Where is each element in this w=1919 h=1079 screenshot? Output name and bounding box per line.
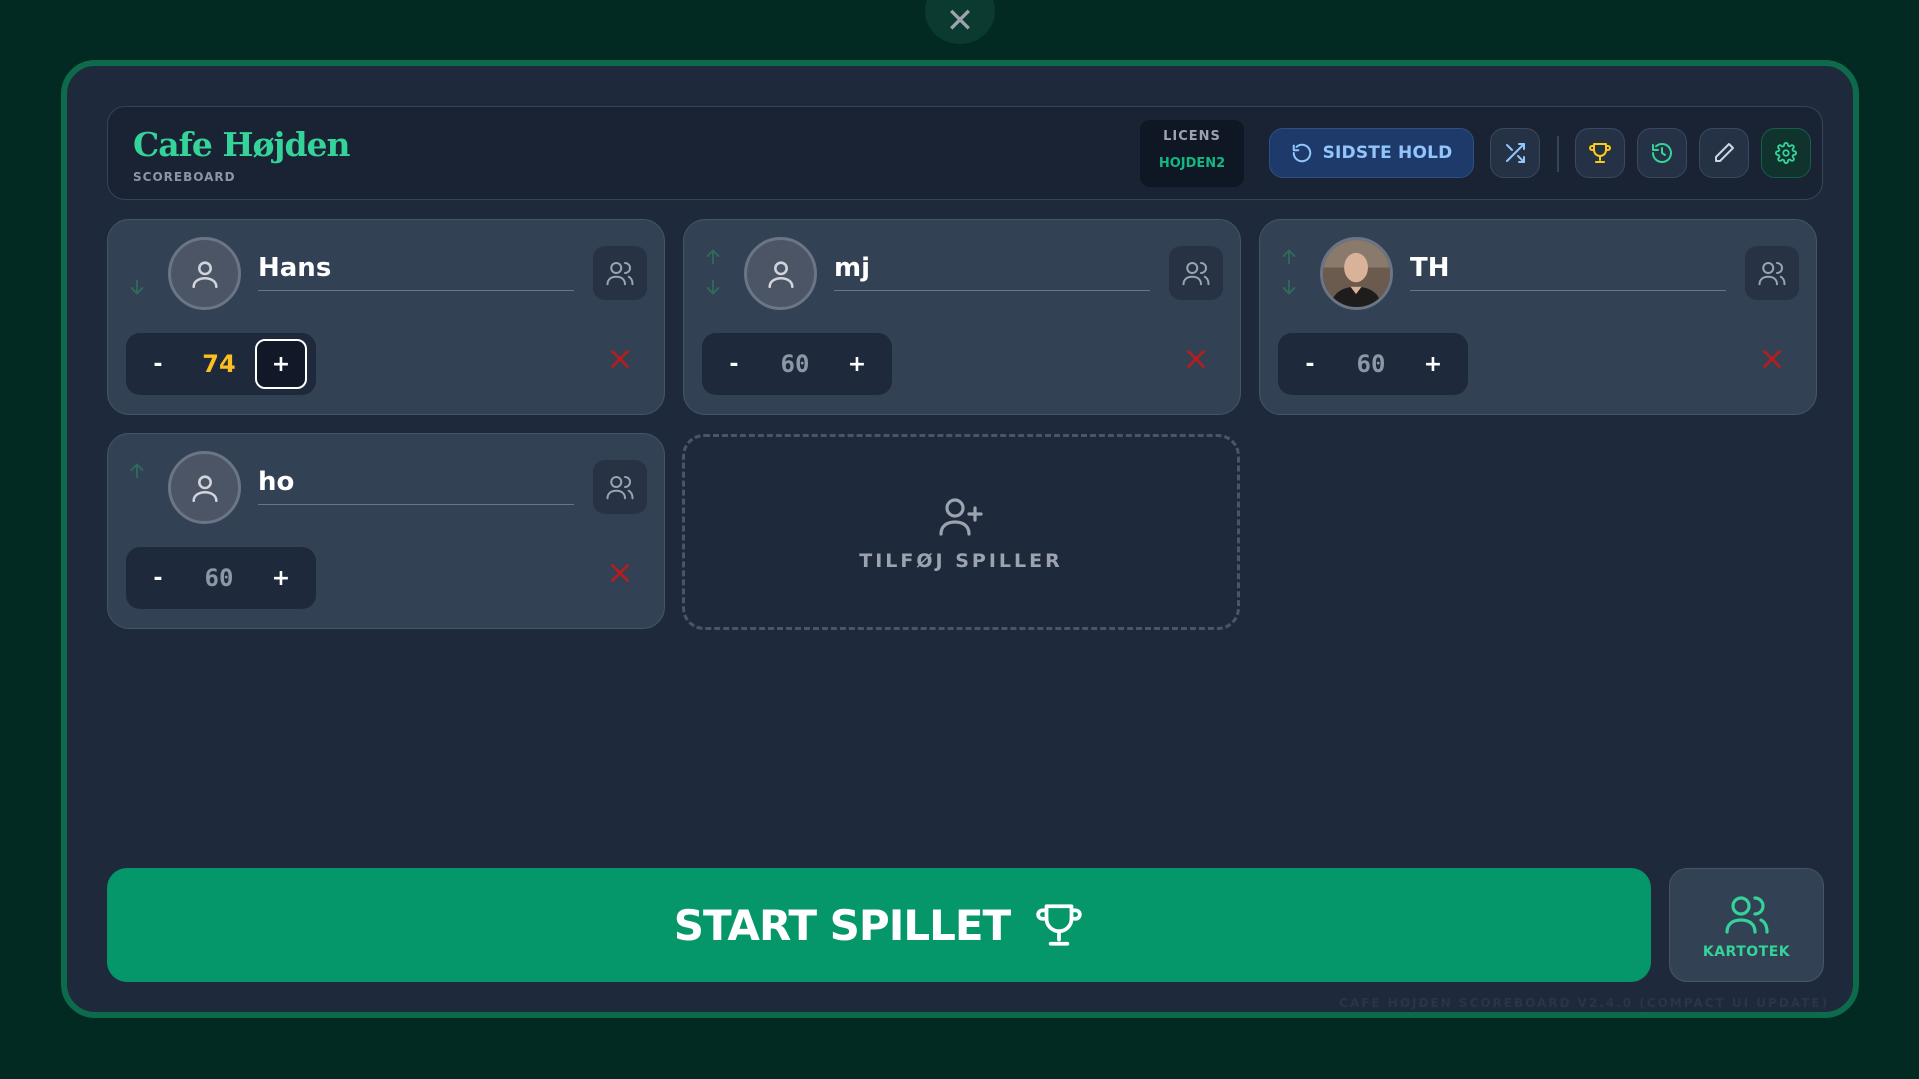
edit-button[interactable] <box>1699 128 1749 178</box>
decrease-score-button[interactable]: - <box>132 339 184 389</box>
start-game-button[interactable]: START SPILLET <box>107 868 1651 982</box>
users-icon <box>1758 262 1786 286</box>
license-value: HOJDEN2 <box>1158 156 1226 171</box>
users-icon <box>606 476 634 500</box>
pencil-icon <box>1715 143 1734 162</box>
header-divider <box>1557 136 1559 172</box>
roster-label: KARTOTEK <box>1702 944 1791 960</box>
license-label: LICENS <box>1163 129 1221 144</box>
shuffle-button[interactable] <box>1490 128 1540 178</box>
gear-icon <box>1775 142 1797 164</box>
select-player-button[interactable] <box>1169 246 1223 300</box>
score-value: 60 <box>780 350 810 378</box>
remove-player-icon[interactable] <box>1183 346 1209 372</box>
increase-score-button[interactable]: + <box>255 553 307 603</box>
move-down-icon[interactable] <box>702 276 724 298</box>
user-icon <box>191 260 218 288</box>
score-value: 60 <box>204 564 234 592</box>
increase-score-button[interactable]: + <box>1407 339 1459 389</box>
trophy-icon <box>1589 143 1611 163</box>
select-player-button[interactable] <box>593 246 647 300</box>
select-player-button[interactable] <box>1745 246 1799 300</box>
select-player-button[interactable] <box>593 460 647 514</box>
player-card: TH - 60 + <box>1259 219 1817 415</box>
move-down-icon[interactable] <box>126 276 148 298</box>
reorder-controls <box>126 460 148 520</box>
users-icon <box>606 262 634 286</box>
version-text: CAFE HØJDEN SCOREBOARD V2.4.0 (COMPACT U… <box>1339 996 1829 1010</box>
decrease-score-button[interactable]: - <box>1284 339 1336 389</box>
score-stepper: - 74 + <box>126 333 316 395</box>
remove-player-icon[interactable] <box>607 346 633 372</box>
avatar[interactable] <box>168 237 241 310</box>
move-up-icon[interactable] <box>126 460 148 482</box>
player-card: mj - 60 + <box>683 219 1241 415</box>
avatar[interactable] <box>168 451 241 524</box>
decrease-score-button[interactable]: - <box>132 553 184 603</box>
player-photo <box>1323 240 1390 307</box>
settings-button[interactable] <box>1761 128 1811 178</box>
player-card: Hans - 74 + <box>107 219 665 415</box>
users-icon <box>1724 896 1769 934</box>
reorder-controls <box>126 246 148 306</box>
increase-score-button[interactable]: + <box>255 339 307 389</box>
header-bar: Cafe Højden SCOREBOARD LICENS HOJDEN2 SI… <box>107 106 1823 200</box>
player-name-input[interactable]: Hans <box>258 245 574 291</box>
close-icon: ✕ <box>945 1 975 41</box>
trophy-button[interactable] <box>1575 128 1625 178</box>
score-stepper: - 60 + <box>126 547 316 609</box>
remove-player-icon[interactable] <box>1759 346 1785 372</box>
decrease-score-button[interactable]: - <box>708 339 760 389</box>
user-icon <box>767 260 794 288</box>
move-up-icon[interactable] <box>702 246 724 268</box>
page-subtitle: SCOREBOARD <box>133 170 236 184</box>
last-team-button[interactable]: SIDSTE HOLD <box>1269 128 1474 178</box>
license-badge: LICENS HOJDEN2 <box>1140 120 1244 187</box>
close-button[interactable]: ✕ <box>925 0 995 44</box>
move-down-icon[interactable] <box>1278 276 1300 298</box>
user-icon <box>191 474 218 502</box>
history-button[interactable] <box>1637 128 1687 178</box>
brand: Cafe Højden SCOREBOARD <box>133 125 351 184</box>
player-card: ho - 60 + <box>107 433 665 629</box>
avatar-photo[interactable] <box>1320 237 1393 310</box>
page-title: Cafe Højden <box>133 125 351 164</box>
avatar[interactable] <box>744 237 817 310</box>
scoreboard-panel: Cafe Højden SCOREBOARD LICENS HOJDEN2 SI… <box>61 60 1859 1018</box>
score-value: 60 <box>1356 350 1386 378</box>
score-value: 74 <box>202 350 236 378</box>
reorder-controls <box>702 246 724 306</box>
increase-score-button[interactable]: + <box>831 339 883 389</box>
move-up-icon[interactable] <box>1278 246 1300 268</box>
shuffle-icon <box>1506 143 1525 163</box>
player-name-input[interactable]: TH <box>1410 245 1726 291</box>
users-icon <box>1182 262 1210 286</box>
history-icon <box>1652 143 1672 163</box>
undo-icon <box>1292 143 1311 163</box>
remove-player-icon[interactable] <box>607 560 633 586</box>
start-game-label: START SPILLET <box>673 900 1011 950</box>
score-stepper: - 60 + <box>702 333 892 395</box>
score-stepper: - 60 + <box>1278 333 1468 395</box>
add-player-label: TILFØJ SPILLER <box>859 550 1063 572</box>
trophy-icon <box>1036 904 1082 946</box>
reorder-controls <box>1278 246 1300 306</box>
add-player-button[interactable]: TILFØJ SPILLER <box>682 434 1240 630</box>
player-name-input[interactable]: mj <box>834 245 1150 291</box>
add-user-icon <box>939 498 983 536</box>
player-name-input[interactable]: ho <box>258 459 574 505</box>
roster-button[interactable]: KARTOTEK <box>1669 868 1824 982</box>
last-team-label: SIDSTE HOLD <box>1322 143 1453 163</box>
